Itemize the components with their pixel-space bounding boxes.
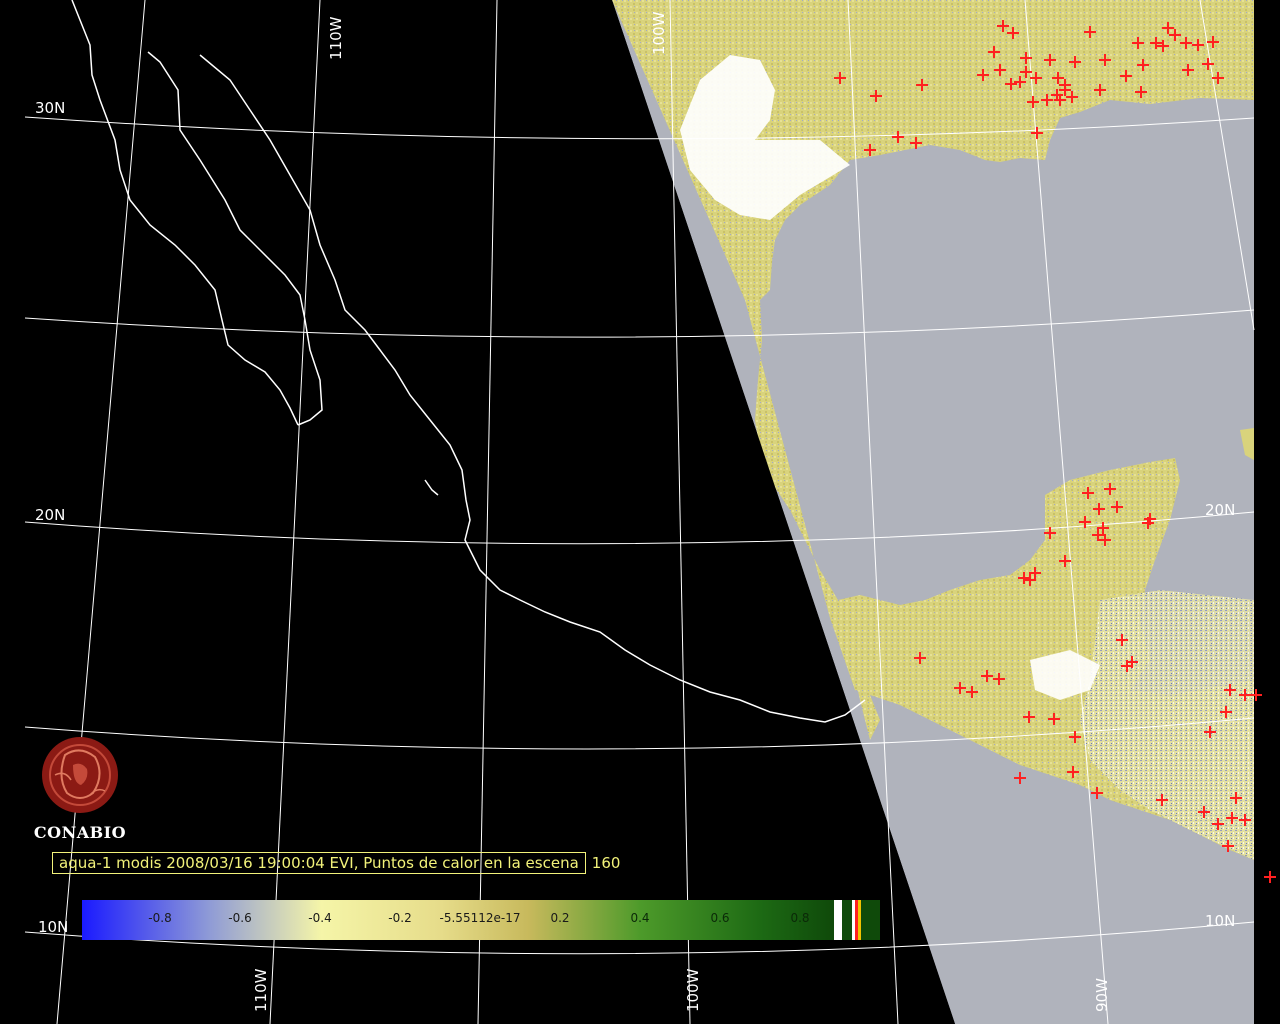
colorbar-tick-label: -0.2 [388, 911, 412, 925]
label-lon-100w-top: 100W [650, 11, 668, 55]
colorbar-tick-label: -0.8 [148, 911, 172, 925]
colorbar-cloud-swatch [834, 900, 842, 940]
label-lat-30n: 30N [35, 99, 65, 117]
logo-text: CONABIO [33, 823, 127, 842]
satellite-map: 30N 20N 20N 10N 10N 110W 110W 100W 100W … [0, 0, 1280, 1024]
label-lon-90w-bottom: 90W [1093, 978, 1111, 1012]
conabio-emblem-icon [42, 737, 118, 813]
colorbar-tick-label: 0.6 [710, 911, 730, 925]
colorbar-hotspot-swatch [855, 900, 858, 940]
label-lon-110w-bottom: 110W [252, 968, 270, 1012]
hotspot-count: 160 [591, 854, 621, 872]
label-lon-100w-bottom: 100W [684, 968, 702, 1012]
label-lat-20n-left: 20N [35, 506, 65, 524]
colorbar-tick-label: -0.4 [308, 911, 332, 925]
label-lon-110w-top: 110W [327, 16, 345, 60]
right-edge [1254, 0, 1280, 1024]
colorbar-tick-label: -0.6 [228, 911, 252, 925]
label-lat-10n-left: 10N [38, 918, 68, 936]
evi-colorbar: -0.8 -0.6 -0.4 -0.2 -5.55112e-17 0.2 0.4 0.6 0.8 [82, 900, 880, 940]
colorbar-tick-label: 0.4 [630, 911, 650, 925]
label-lat-10n-right: 10N [1205, 912, 1235, 930]
colorbar-tick-label: 0.2 [550, 911, 570, 925]
colorbar-tick-label: 0.8 [790, 911, 810, 925]
scene-caption: aqua-1 modis 2008/03/16 19:00:04 EVI, Pu… [52, 852, 620, 874]
caption-text: aqua-1 modis 2008/03/16 19:00:04 EVI, Pu… [52, 852, 586, 874]
conabio-logo: CONABIO [30, 735, 130, 842]
label-lat-20n-right: 20N [1205, 501, 1235, 519]
colorbar-tick-label: -5.55112e-17 [439, 911, 521, 925]
